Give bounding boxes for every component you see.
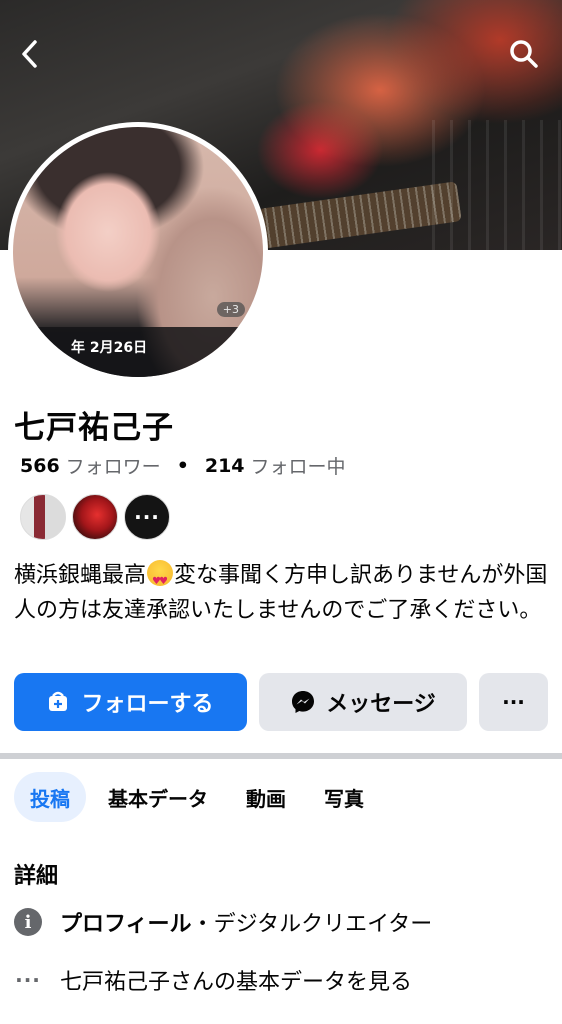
profile-picture-frame[interactable]: +3 年 2月26日 <box>8 122 268 382</box>
more-horizontal-icon: ··· <box>15 968 41 992</box>
friend-avatar[interactable] <box>72 494 118 540</box>
add-friend-icon <box>49 691 68 711</box>
following-label[interactable]: フォロー中 <box>251 452 346 479</box>
follow-button[interactable]: フォローする <box>14 673 247 731</box>
detail-profile-value: ・デジタルクリエイター <box>191 912 433 937</box>
friends-more-button[interactable]: ··· <box>124 494 170 540</box>
more-dots-icon: ··· <box>502 690 525 714</box>
more-dots-icon: ··· <box>134 505 160 529</box>
followers-count[interactable]: 566 <box>20 455 60 477</box>
detail-profile-label: プロフィール <box>60 912 192 937</box>
avatar[interactable]: +3 年 2月26日 <box>13 127 263 377</box>
details-title: 詳細 <box>14 864 59 889</box>
mutual-friends-row: ··· <box>20 494 170 540</box>
profile-tabs: 投稿 基本データ 動画 写真 <box>14 772 386 822</box>
tab-posts[interactable]: 投稿 <box>14 772 86 822</box>
profile-bio: 横浜銀蝿最高変な事聞く方申し訳ありませんが外国人の方は友達承認いたしませんのでご… <box>14 558 554 628</box>
search-icon <box>510 40 538 68</box>
cover-background-detail <box>432 120 562 250</box>
tab-photos[interactable]: 写真 <box>308 772 380 822</box>
profile-name: 七戸祐己子 <box>14 410 174 446</box>
avatar-date-text: 年 2月26日 <box>71 340 148 356</box>
more-options-button[interactable]: ··· <box>479 673 548 731</box>
follow-button-label: フォローする <box>81 692 214 717</box>
message-button-label: メッセージ <box>326 692 436 717</box>
see-about-text[interactable]: 七戸祐己子さんの基本データを見る <box>60 964 412 996</box>
avatar-date-strip: 年 2月26日 <box>13 327 263 377</box>
messenger-icon <box>292 691 315 713</box>
search-button[interactable] <box>502 32 546 76</box>
back-button[interactable] <box>8 32 52 76</box>
followers-label[interactable]: フォロワー <box>66 452 161 479</box>
avatar-plus-badge: +3 <box>216 302 245 317</box>
tab-videos[interactable]: 動画 <box>230 772 302 822</box>
stats-separator: • <box>176 454 189 477</box>
info-icon: i <box>14 908 42 936</box>
tab-about[interactable]: 基本データ <box>92 772 224 822</box>
section-divider <box>0 753 562 759</box>
bio-text-part1: 横浜銀蝿最高 <box>14 563 147 588</box>
chevron-left-icon <box>22 40 37 68</box>
detail-profile-row: i プロフィール・デジタルクリエイター <box>14 906 432 938</box>
message-button[interactable]: メッセージ <box>259 673 467 731</box>
heart-eyes-emoji-icon <box>147 560 174 599</box>
see-about-row[interactable]: ··· 七戸祐己子さんの基本データを見る <box>14 964 412 996</box>
follow-stats: 566 フォロワー • 214 フォロー中 <box>20 452 346 479</box>
friend-avatar[interactable] <box>20 494 66 540</box>
following-count[interactable]: 214 <box>205 455 245 477</box>
